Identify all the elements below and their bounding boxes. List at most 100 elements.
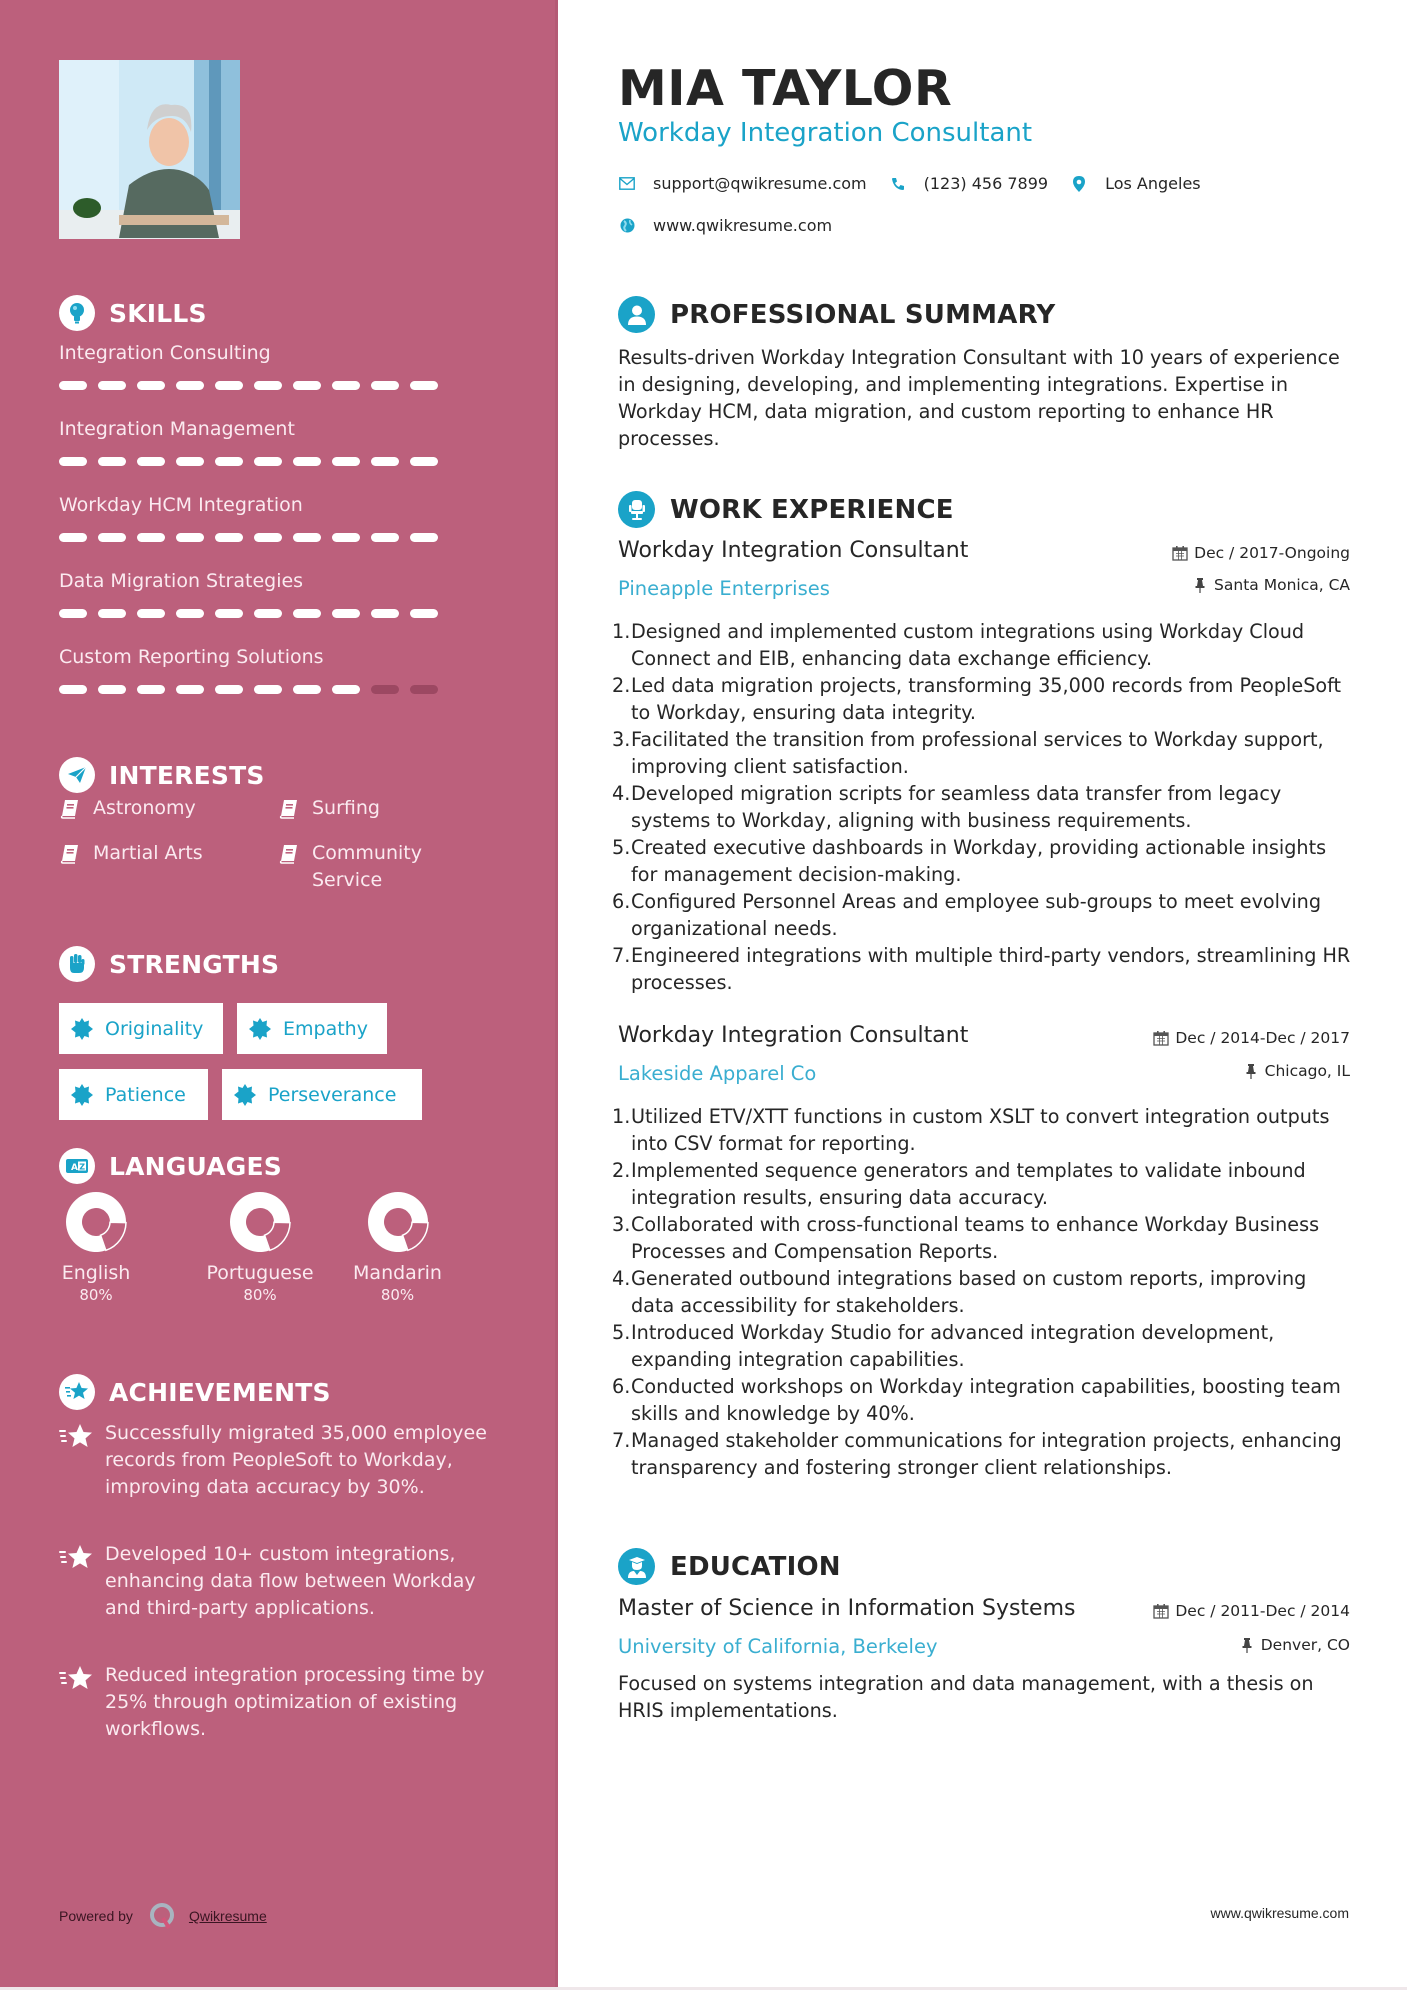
paper-plane-icon xyxy=(59,757,95,793)
skill-dash-filled xyxy=(371,381,399,390)
strength-chip: Empathy xyxy=(237,1003,387,1054)
book-icon xyxy=(60,800,78,819)
summary-header: PROFESSIONAL SUMMARY xyxy=(618,296,1055,333)
skill-dash-filled xyxy=(215,457,243,466)
language-donut xyxy=(230,1192,291,1252)
email-link[interactable]: support@qwikresume.com xyxy=(653,174,867,193)
donut-empty-arc xyxy=(401,1221,429,1252)
education-header: EDUCATION xyxy=(618,1548,841,1585)
strength-label: Originality xyxy=(105,1017,204,1040)
bullet-text: Developed migration scripts for seamless… xyxy=(631,782,1282,832)
svg-text:A: A xyxy=(71,1163,78,1173)
skill-name: Integration Management xyxy=(59,418,295,440)
skill-dash-filled xyxy=(176,533,204,542)
job-bullet: 6. Configured Personnel Areas and employe… xyxy=(612,888,1352,942)
bullet-number: 7. xyxy=(612,944,631,967)
badge-icon xyxy=(71,1083,93,1106)
skill-dash-filled xyxy=(410,457,438,466)
job-bullet: 3. Collaborated with cross-functional tea… xyxy=(612,1211,1352,1265)
bullet-text: Configured Personnel Areas and employee … xyxy=(631,890,1322,940)
job-dates: Dec / 2014-Dec / 2017 xyxy=(1153,1029,1350,1047)
bullet-text: Utilized ETV/XTT functions in custom XSL… xyxy=(631,1105,1330,1155)
profile-photo xyxy=(59,60,240,239)
skill-dash-filled xyxy=(254,381,282,390)
bullet-number: 1. xyxy=(612,1105,631,1128)
calendar-icon xyxy=(1172,546,1188,561)
languages-title: LANGUAGES xyxy=(109,1151,283,1181)
skill-dash-filled xyxy=(254,533,282,542)
phone-icon xyxy=(889,175,907,193)
bullet-number: 4. xyxy=(612,782,631,805)
contact-row-2: www.qwikresume.com xyxy=(618,216,832,235)
website-link[interactable]: www.qwikresume.com xyxy=(653,216,832,235)
skill-dash-filled xyxy=(137,609,165,618)
language-donut xyxy=(66,1192,127,1252)
skill-dash-filled xyxy=(293,533,321,542)
skill-dash-filled xyxy=(371,533,399,542)
skill-level-bar xyxy=(59,381,438,390)
education-location: Denver, CO xyxy=(1239,1636,1350,1654)
skill-dash-filled xyxy=(98,457,126,466)
calendar-icon xyxy=(1153,1604,1170,1619)
envelope-icon xyxy=(618,175,636,193)
skill-dash-filled xyxy=(59,609,87,618)
bullet-text: Facilitated the transition from professi… xyxy=(631,728,1324,778)
fist-icon xyxy=(59,946,95,982)
contact-row-1: support@qwikresume.com (123) 456 7899 Lo… xyxy=(618,174,1201,193)
interest-item: Surfing xyxy=(278,795,380,822)
strengths-header: STRENGTHS xyxy=(59,946,279,982)
bullet-number: 2. xyxy=(612,1159,631,1182)
achievement-text: Reduced integration processing time by 2… xyxy=(105,1664,485,1740)
skill-level-bar xyxy=(59,533,438,542)
job-bullet: 1. Utilized ETV/XTT functions in custom X… xyxy=(612,1103,1352,1157)
book-icon xyxy=(279,800,297,819)
office-chair-icon xyxy=(618,491,655,528)
skill-dash-filled xyxy=(332,609,360,618)
skill-dash-filled xyxy=(410,381,438,390)
lightbulb-icon xyxy=(59,295,95,331)
skill-dash-filled xyxy=(215,609,243,618)
powered-by: Powered by Qwikresume xyxy=(59,1902,267,1930)
interest-label: Astronomy xyxy=(93,797,196,819)
skills-header: SKILLS xyxy=(59,295,207,331)
job-bullet: 4. Developed migration scripts for seamle… xyxy=(612,780,1352,834)
skill-dash-filled xyxy=(137,457,165,466)
skill-dash-filled xyxy=(59,457,87,466)
job-bullet: 4. Generated outbound integrations based … xyxy=(612,1265,1352,1319)
job-location-text: Santa Monica, CA xyxy=(1214,576,1350,594)
skill-dash-filled xyxy=(410,533,438,542)
skill-dash-filled xyxy=(98,685,126,694)
graduate-icon xyxy=(618,1548,655,1585)
sidebar: SKILLS Integration Consulting Integration… xyxy=(0,0,558,1988)
experience-title: WORK EXPERIENCE xyxy=(670,494,954,525)
calendar-icon xyxy=(1153,1031,1170,1046)
education-title: EDUCATION xyxy=(670,1551,841,1582)
skill-dash-filled xyxy=(176,685,204,694)
language-name: Portuguese xyxy=(206,1262,314,1284)
language-item: English 80% xyxy=(48,1190,144,1304)
skill-dash-filled xyxy=(176,609,204,618)
footer-website[interactable]: www.qwikresume.com xyxy=(1211,1905,1349,1921)
skill-item: Data Migration Strategies xyxy=(59,570,459,618)
interest-label: Surfing xyxy=(312,797,380,819)
job-role: Workday Integration Consultant xyxy=(618,538,969,563)
strength-chip: Patience xyxy=(59,1069,208,1120)
job-bullets: 1. Designed and implemented custom integr… xyxy=(612,618,1352,996)
strength-label: Patience xyxy=(105,1083,186,1106)
skill-level-bar xyxy=(59,685,438,694)
skill-dash-filled xyxy=(137,533,165,542)
job-bullet: 7. Engineered integrations with multiple … xyxy=(612,942,1352,996)
qwikresume-link[interactable]: Qwikresume xyxy=(189,1908,267,1924)
skill-dash-filled xyxy=(215,381,243,390)
star-icon xyxy=(59,1545,92,1568)
languages-list: English 80% Portuguese 80% Mandarin 80% xyxy=(40,1190,520,1340)
job-bullets: 1. Utilized ETV/XTT functions in custom X… xyxy=(612,1103,1352,1481)
achievement-item: Successfully migrated 35,000 employee re… xyxy=(59,1420,499,1501)
skills-title: SKILLS xyxy=(109,298,207,328)
job-bullet: 7. Managed stakeholder communications for… xyxy=(612,1427,1352,1481)
skill-level-bar xyxy=(59,457,438,466)
skill-name: Custom Reporting Solutions xyxy=(59,646,324,668)
skill-dash-filled xyxy=(254,609,282,618)
skill-dash-filled xyxy=(98,533,126,542)
bullet-text: Introduced Workday Studio for advanced i… xyxy=(631,1321,1275,1371)
